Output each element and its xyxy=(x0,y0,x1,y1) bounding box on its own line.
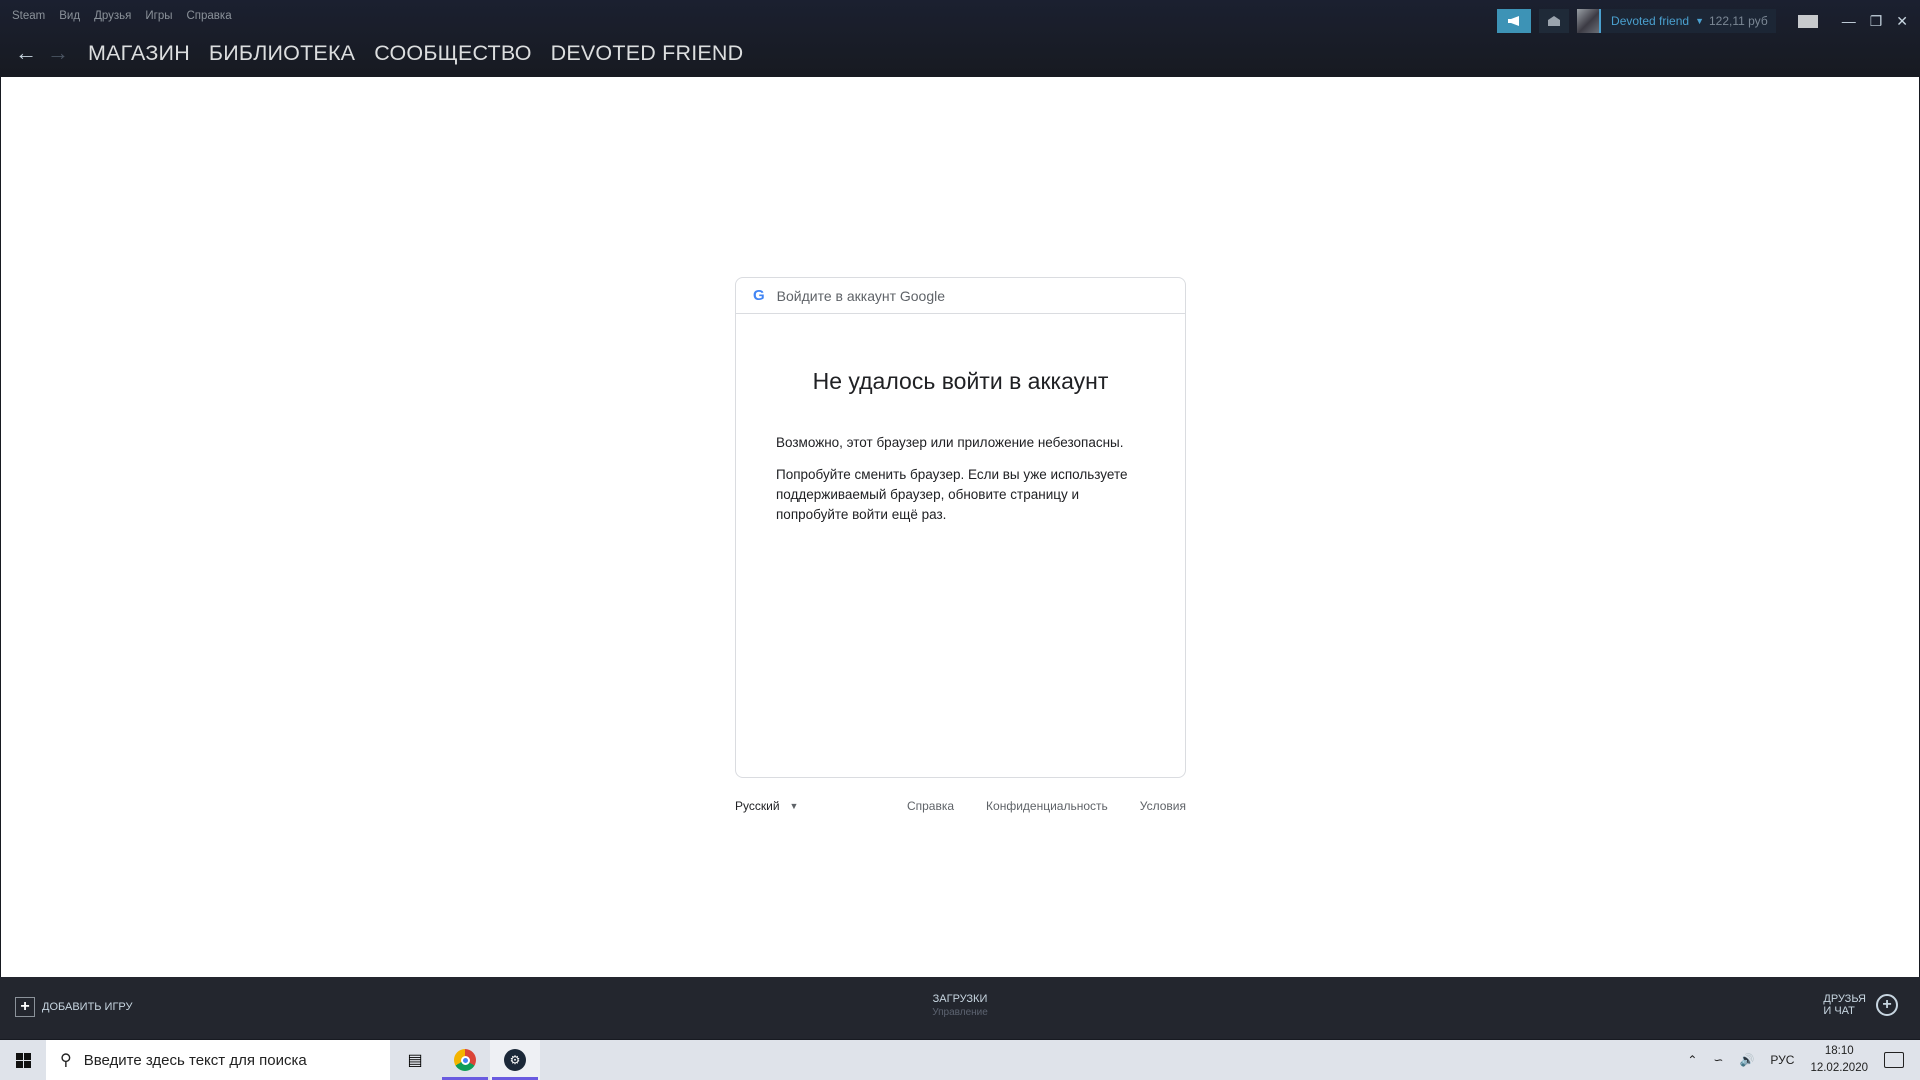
help-link[interactable]: Справка xyxy=(907,799,954,813)
back-arrow-icon[interactable]: ← xyxy=(10,40,42,66)
search-placeholder: Введите здесь текст для поиска xyxy=(83,1051,307,1069)
browser-content: G Войдите в аккаунт Google Не удалось во… xyxy=(1,77,1919,977)
envelope-icon xyxy=(1548,16,1561,26)
clock-date: 12.02.2020 xyxy=(1810,1062,1868,1074)
system-tray: ⌃ ∽ 🔊 РУС 18:10 12.02.2020 xyxy=(1687,1043,1904,1077)
clock[interactable]: 18:10 12.02.2020 xyxy=(1810,1043,1868,1077)
nav-store[interactable]: МАГАЗИН xyxy=(88,41,190,66)
downloads-sublabel: Управление xyxy=(932,1007,988,1018)
menu-steam[interactable]: Steam xyxy=(12,10,45,22)
menu-games[interactable]: Игры xyxy=(145,10,172,22)
steam-icon: ⚙ xyxy=(504,1049,526,1071)
menu-help[interactable]: Справка xyxy=(186,10,231,22)
error-message-2: Попробуйте сменить браузер. Если вы уже … xyxy=(776,467,1128,522)
steam-titlebar: Steam Вид Друзья Игры Справка ← → МАГАЗИ… xyxy=(0,0,1920,77)
terms-link[interactable]: Условия xyxy=(1140,799,1186,813)
card-header: G Войдите в аккаунт Google xyxy=(736,278,1185,314)
user-menu[interactable]: Devoted friend ▼ 122,11 руб xyxy=(1577,9,1776,33)
task-view-icon: ▤ xyxy=(407,1052,423,1069)
error-title: Не удалось войти в аккаунт xyxy=(812,368,1109,394)
steam-menu-bar: Steam Вид Друзья Игры Справка xyxy=(12,10,232,22)
chevron-down-icon: ▼ xyxy=(1695,16,1704,26)
chat-plus-icon: + xyxy=(1876,994,1898,1016)
forward-arrow-icon[interactable]: → xyxy=(42,40,74,66)
start-button[interactable] xyxy=(0,1040,46,1080)
language-label: Русский xyxy=(735,799,780,813)
notifications-button[interactable] xyxy=(1539,9,1570,33)
minimize-icon[interactable]: — xyxy=(1842,13,1856,29)
chrome-icon xyxy=(454,1049,476,1071)
downloads-button[interactable]: ЗАГРУЗКИ Управление xyxy=(0,993,1920,1018)
google-logo-icon: G xyxy=(753,287,765,304)
restore-icon[interactable]: ❐ xyxy=(1870,13,1883,30)
task-view-button[interactable]: ▤ xyxy=(390,1040,440,1080)
google-signin-card: G Войдите в аккаунт Google Не удалось во… xyxy=(735,277,1186,778)
megaphone-icon xyxy=(1508,16,1520,26)
avatar xyxy=(1577,9,1602,33)
windows-taskbar: ⚲ Введите здесь текст для поиска ▤ ⚙ ⌃ ∽… xyxy=(0,1040,1920,1080)
steam-bottom-bar: + ДОБАВИТЬ ИГРУ ЗАГРУЗКИ Управление ДРУЗ… xyxy=(0,977,1920,1039)
dropdown-arrow-icon: ▼ xyxy=(789,801,799,811)
downloads-label: ЗАГРУЗКИ xyxy=(932,993,988,1005)
big-picture-icon[interactable] xyxy=(1797,14,1818,28)
chrome-taskbar-button[interactable] xyxy=(440,1040,490,1080)
privacy-link[interactable]: Конфиденциальность xyxy=(986,799,1108,813)
wifi-icon[interactable]: ∽ xyxy=(1713,1053,1723,1067)
nav-profile[interactable]: DEVOTED FRIEND xyxy=(551,41,744,66)
menu-friends[interactable]: Друзья xyxy=(94,10,131,22)
announcements-button[interactable] xyxy=(1497,9,1532,33)
chevron-up-icon[interactable]: ⌃ xyxy=(1687,1053,1697,1067)
menu-view[interactable]: Вид xyxy=(59,10,80,22)
username: Devoted friend xyxy=(1611,14,1690,28)
close-icon[interactable]: ✕ xyxy=(1896,13,1908,30)
titlebar-right: Devoted friend ▼ 122,11 руб — ❐ ✕ xyxy=(1497,9,1920,33)
error-message-1: Возможно, этот браузер или приложение не… xyxy=(776,435,1124,450)
windows-logo-icon xyxy=(15,1052,31,1068)
clock-time: 18:10 xyxy=(1824,1045,1854,1057)
friends-label-1: ДРУЗЬЯ xyxy=(1823,993,1866,1005)
steam-nav: ← → МАГАЗИН БИБЛИОТЕКА СООБЩЕСТВО DEVOTE… xyxy=(10,38,743,68)
language-select[interactable]: Русский ▼ xyxy=(735,799,798,813)
volume-icon[interactable]: 🔊 xyxy=(1739,1053,1754,1067)
taskbar-search[interactable]: ⚲ Введите здесь текст для поиска xyxy=(46,1040,390,1080)
notification-center-icon[interactable] xyxy=(1884,1052,1904,1068)
friends-chat-button[interactable]: ДРУЗЬЯ И ЧАТ + xyxy=(1823,993,1898,1017)
nav-community[interactable]: СООБЩЕСТВО xyxy=(374,41,531,66)
nav-library[interactable]: БИБЛИОТЕКА xyxy=(209,41,355,66)
friends-label-2: И ЧАТ xyxy=(1823,1005,1855,1017)
card-header-text: Войдите в аккаунт Google xyxy=(776,287,946,304)
google-footer: Русский ▼ Справка Конфиденциальность Усл… xyxy=(735,799,1186,813)
error-body: Возможно, этот браузер или приложение не… xyxy=(736,433,1185,525)
search-icon: ⚲ xyxy=(60,1052,72,1069)
input-language[interactable]: РУС xyxy=(1770,1053,1794,1067)
wallet-balance: 122,11 руб xyxy=(1709,14,1768,28)
steam-taskbar-button[interactable]: ⚙ xyxy=(490,1040,540,1080)
